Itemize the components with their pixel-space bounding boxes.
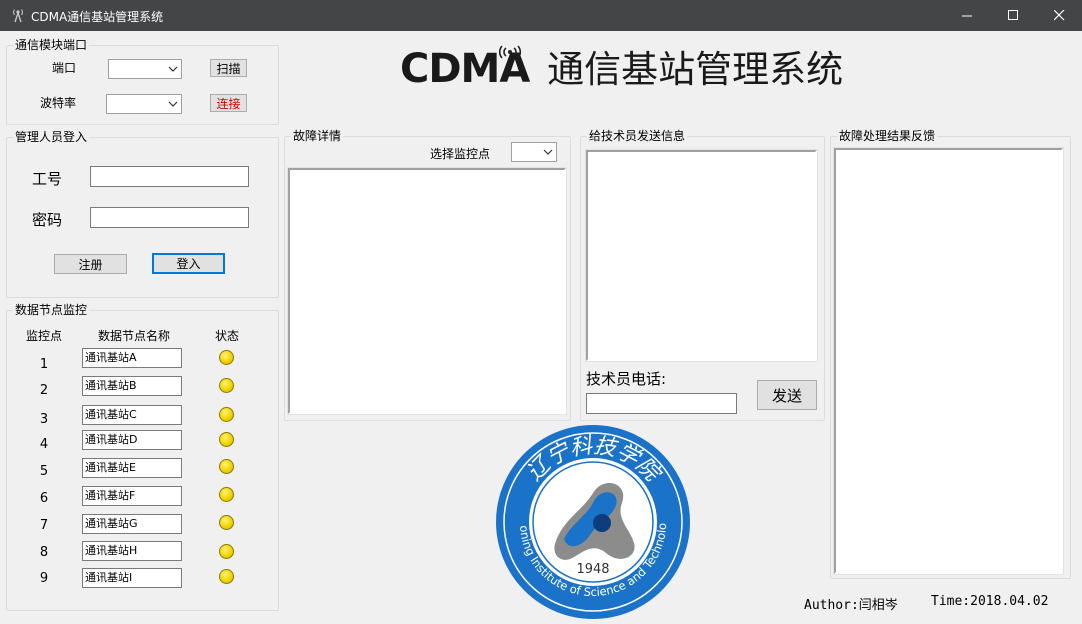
feedback-textarea[interactable] bbox=[833, 147, 1064, 575]
monitor-point-select[interactable] bbox=[511, 142, 557, 162]
select-point-label: 选择监控点 bbox=[430, 147, 491, 161]
title-bar: CDMA通信基站管理系统 bbox=[0, 0, 1082, 31]
employee-id-input[interactable] bbox=[90, 166, 249, 187]
status-indicator bbox=[219, 487, 234, 502]
status-indicator bbox=[219, 407, 234, 422]
row-number: 7 bbox=[39, 518, 49, 533]
minimize-icon bbox=[961, 15, 972, 17]
row-number: 2 bbox=[39, 383, 49, 398]
status-indicator bbox=[219, 378, 234, 393]
feedback-group-title: 故障处理结果反馈 bbox=[837, 129, 938, 143]
node-name-field[interactable]: 通讯基站F bbox=[82, 486, 182, 506]
banner-title: 通信基站管理系统 bbox=[547, 48, 844, 91]
node-name-field[interactable]: 通讯基站B bbox=[82, 376, 182, 396]
row-number: 1 bbox=[39, 357, 49, 372]
phone-label: 技术员电话: bbox=[586, 370, 667, 388]
maximize-button[interactable] bbox=[990, 0, 1036, 31]
baud-select[interactable] bbox=[106, 94, 182, 114]
port-group-title: 通信模块端口 bbox=[13, 38, 90, 52]
fault-details-textarea[interactable] bbox=[287, 167, 567, 415]
node-name-field[interactable]: 通讯基站H bbox=[82, 541, 182, 561]
status-indicator bbox=[219, 515, 234, 530]
row-number: 3 bbox=[39, 412, 49, 427]
phone-input[interactable] bbox=[586, 393, 737, 414]
message-textarea[interactable] bbox=[585, 149, 818, 362]
port-label: 端口 bbox=[52, 61, 77, 75]
minimize-button[interactable] bbox=[944, 0, 990, 31]
connect-button[interactable]: 连接 bbox=[210, 94, 247, 112]
fault-group-title: 故障详情 bbox=[291, 129, 344, 143]
maximize-icon bbox=[1007, 10, 1018, 20]
port-select[interactable] bbox=[108, 59, 182, 79]
tower-icon bbox=[498, 45, 522, 59]
status-header: 状态 bbox=[215, 329, 240, 343]
status-indicator bbox=[219, 544, 234, 559]
monitor-point-header: 监控点 bbox=[26, 329, 63, 343]
close-button[interactable] bbox=[1036, 0, 1082, 31]
close-icon bbox=[1053, 10, 1064, 21]
node-name-field[interactable]: 通讯基站G bbox=[82, 514, 182, 534]
time-text: Time:2018.04.02 bbox=[931, 594, 1049, 609]
row-number: 9 bbox=[39, 571, 49, 586]
node-name-field[interactable]: 通讯基站A bbox=[82, 348, 182, 368]
status-indicator bbox=[219, 432, 234, 447]
scan-button[interactable]: 扫描 bbox=[210, 59, 247, 77]
antenna-icon bbox=[13, 9, 23, 23]
login-group-title: 管理人员登入 bbox=[13, 130, 90, 144]
node-name-field[interactable]: 通讯基站E bbox=[82, 458, 182, 478]
node-name-field[interactable]: 通讯基站I bbox=[82, 568, 182, 588]
login-button[interactable]: 登入 bbox=[152, 253, 225, 274]
emblem-year: 1948 bbox=[576, 562, 609, 577]
employee-id-label: 工号 bbox=[32, 170, 63, 188]
password-input[interactable] bbox=[90, 207, 249, 228]
banner: CDMA 通信基站管理系统 bbox=[400, 46, 843, 93]
password-label: 密码 bbox=[32, 211, 63, 229]
status-indicator bbox=[219, 569, 234, 584]
author-text: Author:闫相岑 bbox=[804, 598, 898, 613]
baud-label: 波特率 bbox=[40, 96, 77, 110]
row-number: 8 bbox=[39, 545, 49, 560]
node-name-field[interactable]: 通讯基站C bbox=[82, 405, 182, 425]
register-button[interactable]: 注册 bbox=[54, 254, 127, 274]
row-number: 5 bbox=[39, 464, 49, 479]
status-indicator bbox=[219, 459, 234, 474]
chevron-down-icon bbox=[168, 101, 178, 107]
monitor-group-title: 数据节点监控 bbox=[13, 303, 90, 317]
chevron-down-icon bbox=[168, 66, 178, 72]
row-number: 6 bbox=[39, 491, 49, 506]
send-button[interactable]: 发送 bbox=[757, 380, 817, 410]
row-number: 4 bbox=[39, 437, 49, 452]
window-title: CDMA通信基站管理系统 bbox=[31, 10, 164, 24]
node-name-header: 数据节点名称 bbox=[98, 329, 171, 343]
node-name-field[interactable]: 通讯基站D bbox=[82, 430, 182, 450]
send-group-title: 给技术员发送信息 bbox=[587, 129, 688, 143]
status-indicator bbox=[219, 350, 234, 365]
chevron-down-icon bbox=[543, 149, 553, 155]
university-emblem: 辽宁科技学院 Liaoning Institute of Science and… bbox=[494, 423, 690, 619]
